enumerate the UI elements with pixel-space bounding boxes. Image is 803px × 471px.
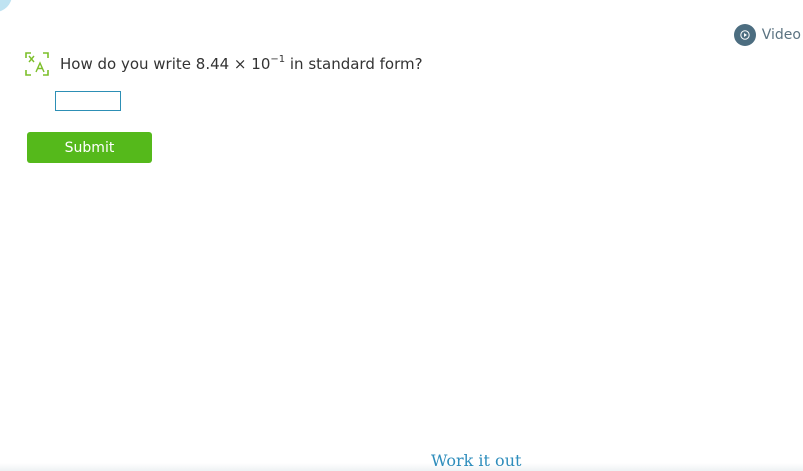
work-it-out-link[interactable]: Work it out (431, 451, 521, 470)
bottom-panel-edge (0, 463, 803, 471)
question-suffix: in standard form? (285, 55, 423, 73)
question-row: How do you write 8.44 × 10−1 in standard… (24, 51, 423, 77)
question-prefix: How do you write 8.44 × 10 (60, 55, 271, 73)
translate-icon[interactable] (24, 51, 50, 77)
question-exponent: −1 (270, 54, 286, 65)
play-circle-icon (733, 24, 756, 46)
corner-decoration (0, 0, 12, 12)
answer-input[interactable] (55, 91, 121, 111)
video-link[interactable]: Video (733, 24, 801, 46)
question-text: How do you write 8.44 × 10−1 in standard… (60, 54, 423, 74)
video-label: Video (761, 27, 801, 43)
submit-button[interactable]: Submit (27, 132, 152, 163)
